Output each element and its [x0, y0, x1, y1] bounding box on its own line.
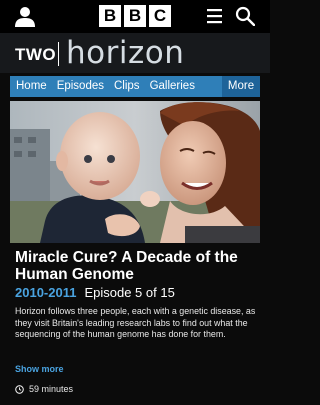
channel-name[interactable]: TWO	[15, 45, 56, 65]
tab-episodes[interactable]: Episodes	[52, 76, 109, 97]
tab-galleries[interactable]: Galleries	[145, 76, 200, 97]
programme-title: Miracle Cure? A Decade of the Human Geno…	[15, 249, 238, 283]
clock-icon	[15, 385, 24, 394]
brand-title[interactable]: horizon	[66, 33, 184, 73]
search-icon[interactable]	[235, 6, 255, 26]
programme-description: Horizon follows three people, each with …	[15, 306, 256, 340]
menu-icon[interactable]	[207, 8, 222, 24]
tab-clips[interactable]: Clips	[109, 76, 145, 97]
brand-header: TWO horizon	[0, 33, 270, 73]
episode-meta: 2010-2011 Episode 5 of 15	[15, 285, 175, 301]
account-icon[interactable]	[14, 6, 36, 27]
duration: 59 minutes	[29, 384, 74, 394]
episode-number: Episode 5 of 15	[84, 285, 175, 300]
series-link[interactable]: 2010-2011	[15, 285, 76, 300]
show-more-link[interactable]: Show more	[15, 364, 64, 374]
bbc-logo[interactable]: B B C	[99, 5, 171, 27]
programme-nav: Home Episodes Clips Galleries More	[10, 76, 260, 97]
bbc-logo-letter: B	[99, 5, 121, 27]
tab-home[interactable]: Home	[10, 76, 52, 97]
bbc-logo-letter: B	[124, 5, 146, 27]
top-bar: B B C	[0, 0, 270, 33]
more-button[interactable]: More	[222, 76, 260, 97]
bbc-logo-letter: C	[149, 5, 171, 27]
programme-hero-image	[10, 101, 260, 243]
divider	[58, 42, 59, 66]
